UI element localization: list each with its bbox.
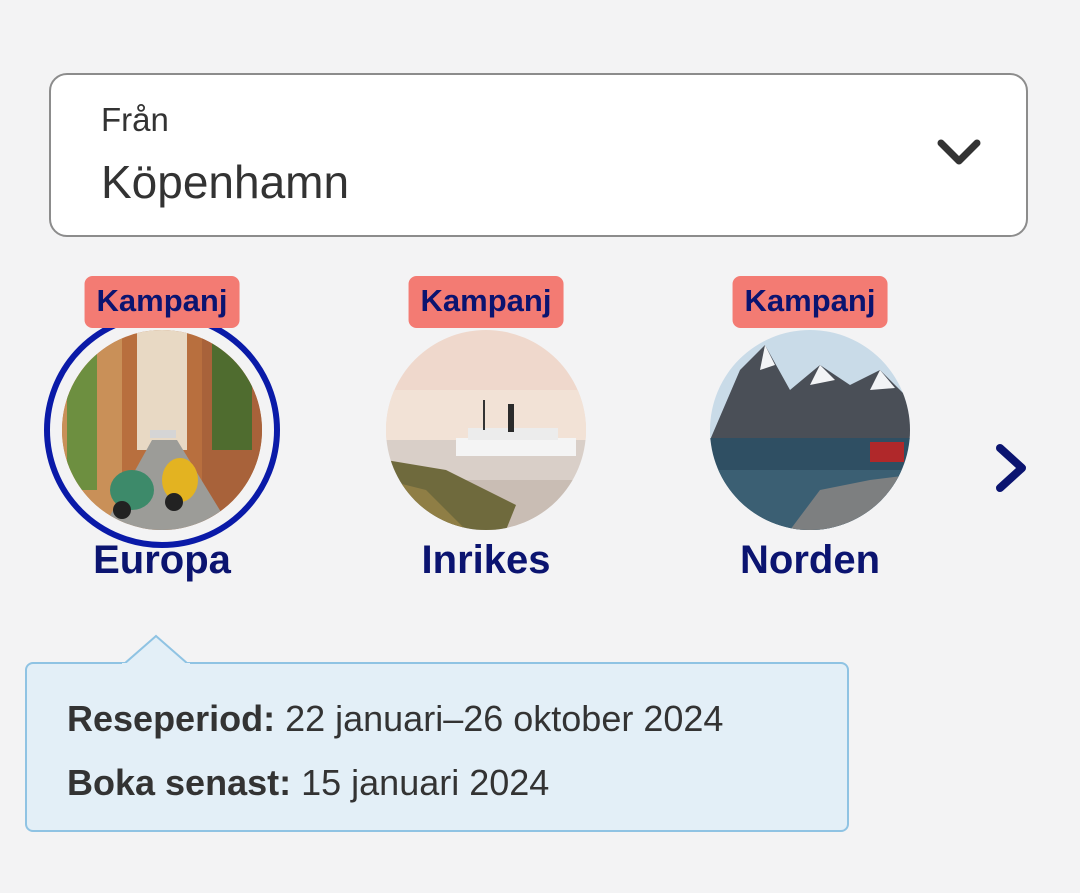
origin-select[interactable]: Från Köpenhamn xyxy=(49,73,1028,237)
mountain-fjord-photo xyxy=(710,330,910,530)
campaign-badge: Kampanj xyxy=(732,276,888,328)
destination-europa[interactable]: Kampanj Europa xyxy=(32,270,292,600)
steamboat-lake-photo xyxy=(386,330,586,530)
origin-label: Från xyxy=(101,101,169,138)
chevron-down-icon[interactable] xyxy=(936,137,982,167)
destination-carousel: Kampanj Europa Kampanj Inrikes Kampanj N… xyxy=(0,270,1080,610)
book-by-row: Boka senast: 15 januari 2024 xyxy=(67,762,549,804)
destination-name: Europa xyxy=(93,538,231,582)
travel-period-value: 22 januari–26 oktober 2024 xyxy=(285,698,724,739)
destination-inrikes[interactable]: Kampanj Inrikes xyxy=(356,270,616,600)
campaign-info-box: Reseperiod: 22 januari–26 oktober 2024 B… xyxy=(25,662,849,832)
travel-period-row: Reseperiod: 22 januari–26 oktober 2024 xyxy=(67,698,723,740)
street-scooters-photo xyxy=(62,330,262,530)
travel-period-label: Reseperiod: xyxy=(67,698,276,739)
info-box-pointer xyxy=(122,634,190,666)
book-by-value: 15 januari 2024 xyxy=(301,762,550,803)
campaign-badge: Kampanj xyxy=(408,276,564,328)
chevron-right-icon[interactable] xyxy=(990,442,1034,494)
origin-value: Köpenhamn xyxy=(101,156,350,208)
book-by-label: Boka senast: xyxy=(67,762,292,803)
destination-name: Inrikes xyxy=(421,538,551,582)
campaign-badge: Kampanj xyxy=(84,276,240,328)
destination-name: Norden xyxy=(740,538,880,582)
selected-ring xyxy=(44,312,280,548)
destination-norden[interactable]: Kampanj Norden xyxy=(680,270,940,600)
